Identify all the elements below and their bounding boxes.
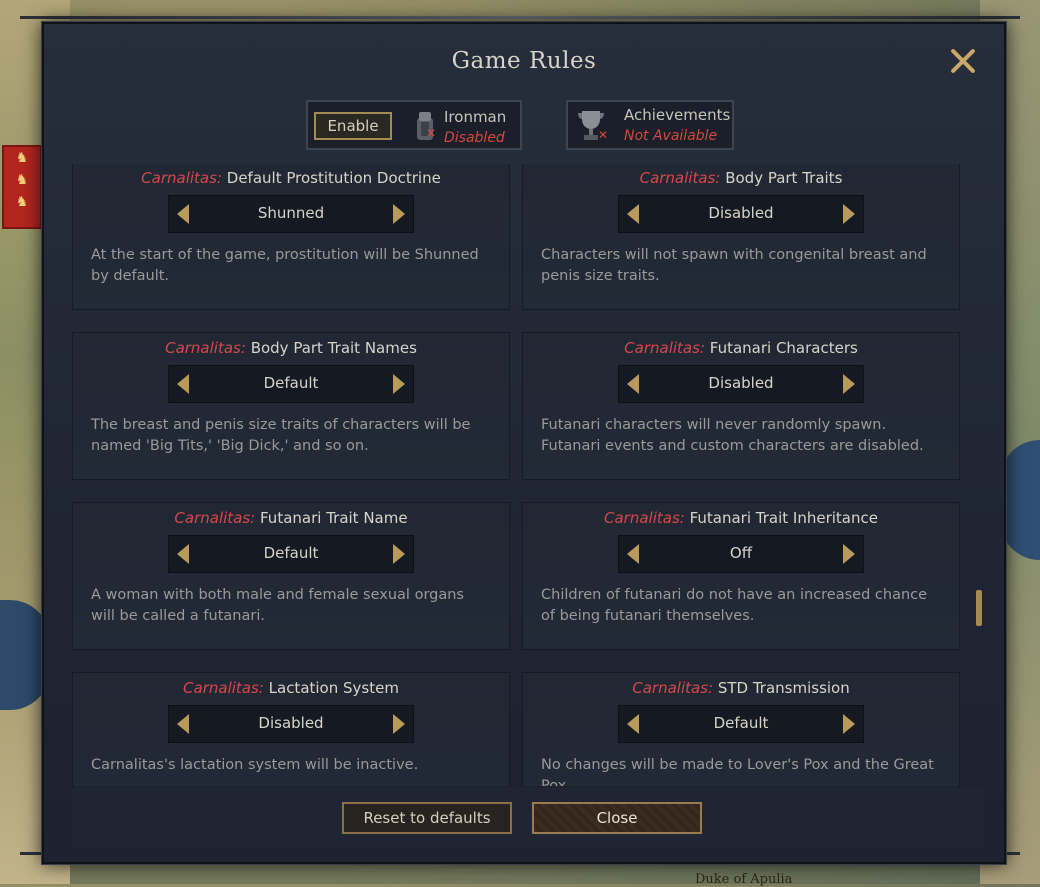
rule-card: Carnalitas: Futanari Trait Name Default …	[72, 502, 510, 650]
rule-title: Carnalitas: Lactation System	[73, 679, 509, 697]
game-rules-dialog: Game Rules Enable ✕ Ironman Disabled ✕ A…	[42, 22, 1006, 864]
rule-name: Default Prostitution Doctrine	[226, 169, 441, 187]
rule-description: The breast and penis size traits of char…	[91, 417, 471, 454]
previous-option-arrow-icon[interactable]	[177, 714, 189, 734]
rule-value: Off	[729, 544, 753, 562]
rule-value: Shunned	[257, 204, 325, 222]
next-option-arrow-icon[interactable]	[843, 714, 855, 734]
rule-card: Carnalitas: Default Prostitution Doctrin…	[72, 164, 510, 310]
rule-selector: Disabled	[618, 195, 864, 233]
rule-selector: Default	[168, 535, 414, 573]
previous-option-arrow-icon[interactable]	[627, 374, 639, 394]
map-title-label: Duke of Apulia	[695, 872, 793, 887]
previous-option-arrow-icon[interactable]	[177, 204, 189, 224]
previous-option-arrow-icon[interactable]	[627, 544, 639, 564]
rule-card: Carnalitas: STD Transmission Default No …	[522, 672, 960, 786]
next-option-arrow-icon[interactable]	[393, 544, 405, 564]
reset-to-defaults-button[interactable]: Reset to defaults	[342, 802, 512, 834]
rule-card: Carnalitas: Futanari Trait Inheritance O…	[522, 502, 960, 650]
dialog-footer: Reset to defaults Close	[72, 788, 984, 848]
rule-value: Disabled	[708, 374, 774, 392]
rule-title: Carnalitas: Futanari Characters	[523, 339, 959, 357]
rule-selector: Default	[168, 365, 414, 403]
achievements-label: Achievements	[624, 106, 731, 124]
rule-prefix: Carnalitas:	[141, 169, 222, 187]
previous-option-arrow-icon[interactable]	[627, 714, 639, 734]
rule-prefix: Carnalitas:	[624, 339, 705, 357]
rule-name: Futanari Characters	[709, 339, 858, 357]
rule-selector: Shunned	[168, 195, 414, 233]
enable-ironman-button[interactable]: Enable	[314, 112, 392, 140]
rule-selector: Off	[618, 535, 864, 573]
rule-name: Futanari Trait Inheritance	[689, 509, 878, 527]
rule-description: At the start of the game, prostitution w…	[91, 247, 479, 284]
rule-title: Carnalitas: Futanari Trait Name	[73, 509, 509, 527]
map-sea-right	[1000, 440, 1040, 560]
rule-card: Carnalitas: Lactation System Disabled Ca…	[72, 672, 510, 786]
rule-description: Characters will not spawn with congenita…	[541, 247, 927, 284]
unavailable-x-icon: ✕	[598, 128, 609, 142]
next-option-arrow-icon[interactable]	[843, 204, 855, 224]
next-option-arrow-icon[interactable]	[393, 714, 405, 734]
previous-option-arrow-icon[interactable]	[177, 544, 189, 564]
rule-card: Carnalitas: Body Part Trait Names Defaul…	[72, 332, 510, 480]
disabled-x-icon: ✕	[426, 126, 437, 140]
rule-description: Futanari characters will never randomly …	[541, 417, 924, 454]
ironman-label: Ironman	[444, 108, 507, 126]
rule-prefix: Carnalitas:	[174, 509, 256, 527]
rules-scroll-area[interactable]: Carnalitas: Default Prostitution Doctrin…	[72, 164, 984, 786]
rule-name: Futanari Trait Name	[260, 509, 408, 527]
rule-value: Disabled	[708, 204, 774, 222]
rule-title: Carnalitas: Default Prostitution Doctrin…	[73, 169, 509, 187]
next-option-arrow-icon[interactable]	[843, 374, 855, 394]
rule-selector: Disabled	[168, 705, 414, 743]
rule-prefix: Carnalitas:	[165, 339, 246, 357]
rule-card: Carnalitas: Futanari Characters Disabled…	[522, 332, 960, 480]
ironman-status: Disabled	[444, 130, 505, 146]
rule-description: Carnalitas's lactation system will be in…	[91, 757, 419, 773]
rule-title: Carnalitas: Futanari Trait Inheritance	[523, 509, 959, 527]
rule-title: Carnalitas: STD Transmission	[523, 679, 959, 697]
rule-title: Carnalitas: Body Part Traits	[523, 169, 959, 187]
close-button[interactable]: Close	[532, 802, 702, 834]
rule-prefix: Carnalitas:	[639, 169, 721, 187]
rule-description: A woman with both male and female sexual…	[91, 587, 464, 624]
rule-prefix: Carnalitas:	[632, 679, 714, 697]
dialog-title: Game Rules	[451, 48, 597, 74]
frame-top-ornament	[20, 16, 1020, 19]
previous-option-arrow-icon[interactable]	[177, 374, 189, 394]
achievements-status-box: ✕ Achievements Not Available	[566, 100, 734, 150]
scrollbar-thumb[interactable]	[976, 590, 982, 626]
rule-prefix: Carnalitas:	[604, 509, 685, 527]
next-option-arrow-icon[interactable]	[843, 544, 855, 564]
rule-value: Disabled	[258, 714, 324, 732]
achievements-status: Not Available	[624, 128, 718, 144]
rule-name: Body Part Traits	[725, 169, 843, 187]
rule-description: Children of futanari do not have an incr…	[541, 587, 928, 624]
rule-name: Body Part Trait Names	[250, 339, 417, 357]
next-option-arrow-icon[interactable]	[393, 204, 405, 224]
close-icon[interactable]	[948, 46, 978, 76]
next-option-arrow-icon[interactable]	[393, 374, 405, 394]
coat-of-arms-icon[interactable]: ♞ ♞ ♞	[2, 145, 42, 229]
rule-card: Carnalitas: Body Part Traits Disabled Ch…	[522, 164, 960, 310]
rule-value: Default	[263, 544, 319, 562]
rule-value: Default	[263, 374, 319, 392]
rule-name: STD Transmission	[717, 679, 850, 697]
rules-scrollbar[interactable]	[976, 166, 982, 786]
ironman-status-box: Enable ✕ Ironman Disabled	[306, 100, 522, 150]
rule-selector: Disabled	[618, 365, 864, 403]
rule-description: No changes will be made to Lover's Pox a…	[541, 757, 934, 786]
rule-name: Lactation System	[268, 679, 399, 697]
rule-selector: Default	[618, 705, 864, 743]
previous-option-arrow-icon[interactable]	[627, 204, 639, 224]
rule-prefix: Carnalitas:	[183, 679, 264, 697]
rule-title: Carnalitas: Body Part Trait Names	[73, 339, 509, 357]
rule-value: Default	[713, 714, 769, 732]
